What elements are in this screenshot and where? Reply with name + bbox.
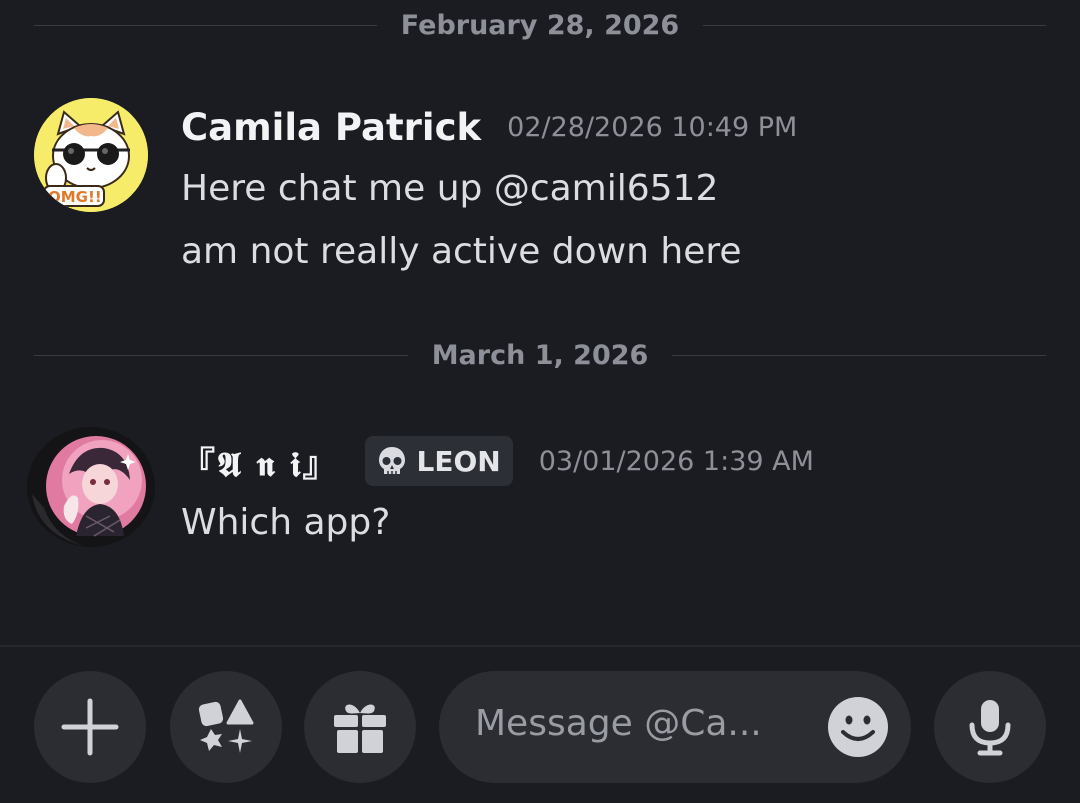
message-header: Camila Patrick 02/28/2026 10:49 PM xyxy=(181,106,797,149)
timestamp: 03/01/2026 1:39 AM xyxy=(538,445,814,477)
gift-icon xyxy=(334,704,386,753)
username[interactable]: Camila Patrick xyxy=(181,106,481,149)
message-input[interactable]: Message @Ca... xyxy=(439,671,911,783)
role-tag[interactable]: LEON xyxy=(364,436,513,486)
date-divider: February 28, 2026 xyxy=(34,9,1046,41)
divider-line xyxy=(34,24,377,26)
message-text: Which app? xyxy=(181,502,391,543)
dm-chat-view: February 28, 2026 OMG!! Camila Patrick 0… xyxy=(0,0,1080,803)
date-divider: March 1, 2026 xyxy=(34,339,1046,371)
attach-button[interactable] xyxy=(34,671,146,783)
avatar[interactable]: OMG!! xyxy=(34,98,148,212)
plus-icon xyxy=(61,698,119,756)
date-divider-label: February 28, 2026 xyxy=(400,9,680,41)
timestamp: 02/28/2026 10:49 PM xyxy=(507,112,798,143)
message-text: am not really active down here xyxy=(181,231,742,272)
divider-line xyxy=(34,354,408,356)
avatar[interactable] xyxy=(24,424,158,550)
gift-button[interactable] xyxy=(304,671,416,783)
message-input-placeholder: Message @Ca... xyxy=(475,703,762,744)
message-header: 『𝕬 𝖓 𝖎』 LEON 03/01/2026 1:39 AM xyxy=(181,436,814,486)
microphone-icon xyxy=(969,700,1011,756)
anime-character-avatar-icon xyxy=(27,427,155,547)
divider-line xyxy=(672,354,1046,356)
emoji-icon[interactable] xyxy=(827,696,889,758)
skull-icon xyxy=(378,447,405,474)
role-tag-label: LEON xyxy=(416,444,501,478)
username[interactable]: 『𝕬 𝖓 𝖎』 xyxy=(181,437,339,486)
message-text: Here chat me up @camil6512 xyxy=(181,168,719,209)
divider-line xyxy=(703,24,1046,26)
apps-icon xyxy=(198,699,254,753)
date-divider-label: March 1, 2026 xyxy=(431,339,649,371)
apps-button[interactable] xyxy=(170,671,282,783)
voice-message-button[interactable] xyxy=(934,671,1046,783)
composer-bar: Message @Ca... xyxy=(0,645,1080,803)
avatar-badge-text: OMG!! xyxy=(48,188,102,206)
